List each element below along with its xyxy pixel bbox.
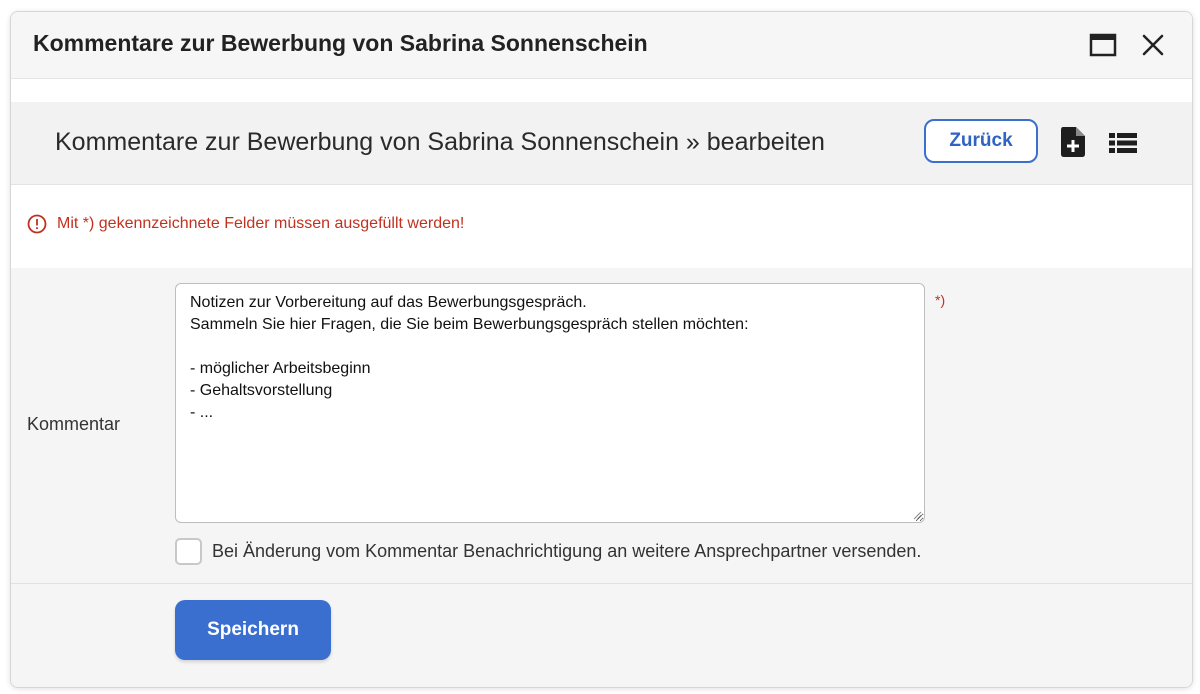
dialog-title: Kommentare zur Bewerbung von Sabrina Son…	[33, 30, 648, 56]
comment-form: Kommentar Notizen zur Vorbereitung auf d…	[11, 268, 1192, 687]
file-plus-icon	[1061, 127, 1085, 157]
page-header: Kommentare zur Bewerbung von Sabrina Son…	[11, 102, 1192, 185]
dialog-titlebar: Kommentare zur Bewerbung von Sabrina Son…	[11, 12, 1192, 79]
resize-grip-icon[interactable]	[912, 510, 922, 520]
close-button[interactable]	[1136, 28, 1170, 62]
notify-label[interactable]: Bei Änderung vom Kommentar Benachrichtig…	[212, 541, 921, 562]
save-button[interactable]: Speichern	[175, 600, 331, 660]
list-view-button[interactable]	[1108, 128, 1138, 158]
page-title: Kommentare zur Bewerbung von Sabrina Son…	[55, 128, 825, 156]
exclamation-circle-icon	[27, 214, 47, 234]
comment-textarea[interactable]: Notizen zur Vorbereitung auf das Bewerbu…	[175, 283, 925, 523]
required-fields-notice: Mit *) gekennzeichnete Felder müssen aus…	[27, 214, 464, 234]
required-marker: *)	[935, 292, 946, 308]
list-icon	[1109, 133, 1137, 153]
back-button[interactable]: Zurück	[924, 119, 1038, 163]
comment-dialog: Kommentare zur Bewerbung von Sabrina Son…	[10, 11, 1193, 688]
notify-option: Bei Änderung vom Kommentar Benachrichtig…	[175, 538, 921, 565]
new-document-button[interactable]	[1058, 127, 1088, 157]
form-divider	[11, 583, 1192, 584]
notice-text: Mit *) gekennzeichnete Felder müssen aus…	[57, 215, 465, 232]
window-maximize-icon	[1089, 33, 1117, 57]
comment-label: Kommentar	[27, 414, 121, 434]
maximize-button[interactable]	[1086, 28, 1120, 62]
close-icon	[1142, 34, 1164, 56]
notify-checkbox[interactable]	[175, 538, 202, 565]
